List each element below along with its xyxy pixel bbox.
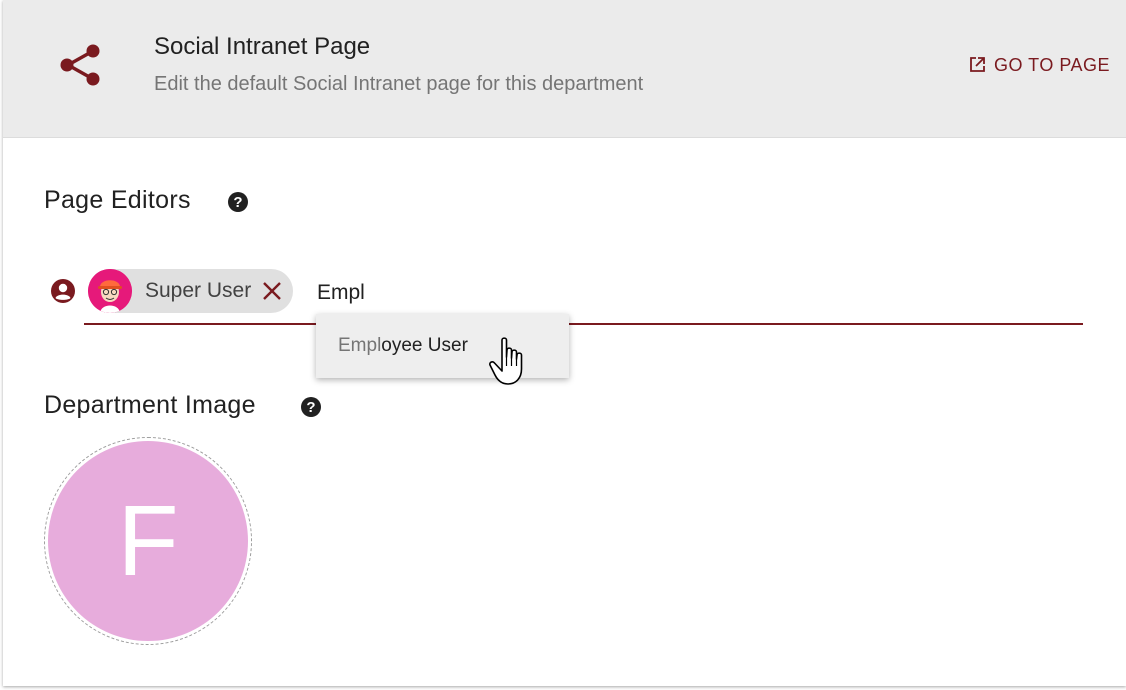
chip-label: Super User [145, 279, 252, 302]
department-initial: F [117, 484, 179, 597]
account-circle-icon [51, 279, 75, 303]
department-initial-avatar: F [48, 441, 248, 641]
department-image-title: Department Image [44, 391, 256, 419]
open-in-new-icon [970, 57, 985, 72]
suggestion-match-text: Empl [338, 335, 382, 356]
header-title: Social Intranet Page [154, 33, 371, 60]
input-underline [84, 323, 1083, 325]
social-intranet-card: Social Intranet Page Edit the default So… [3, 0, 1126, 686]
selected-editor-chip[interactable]: Super User [88, 269, 293, 313]
svg-text:?: ? [306, 399, 315, 416]
card-header: Social Intranet Page Edit the default So… [3, 0, 1126, 138]
avatar-illustration [88, 269, 132, 313]
go-to-page-label: GO TO PAGE [994, 54, 1111, 75]
page-editors-title: Page Editors [44, 186, 191, 214]
suggestion-rest-text: oyee User [381, 335, 468, 356]
share-icon [60, 44, 100, 86]
header-subtitle: Edit the default Social Intranet page fo… [154, 73, 644, 95]
help-circle-icon[interactable]: ? [227, 191, 249, 213]
editor-search-input[interactable] [317, 278, 1017, 308]
svg-text:?: ? [233, 194, 242, 211]
close-icon[interactable] [261, 280, 283, 302]
user-avatar [88, 269, 132, 313]
suggestion-employee-user[interactable]: Empl oyee User [316, 314, 569, 378]
suggestion-dropdown: Empl oyee User [316, 314, 569, 378]
department-image-upload[interactable]: F [44, 437, 252, 645]
go-to-page-button[interactable]: GO TO PAGE [968, 52, 1110, 78]
help-circle-icon[interactable]: ? [300, 396, 322, 418]
